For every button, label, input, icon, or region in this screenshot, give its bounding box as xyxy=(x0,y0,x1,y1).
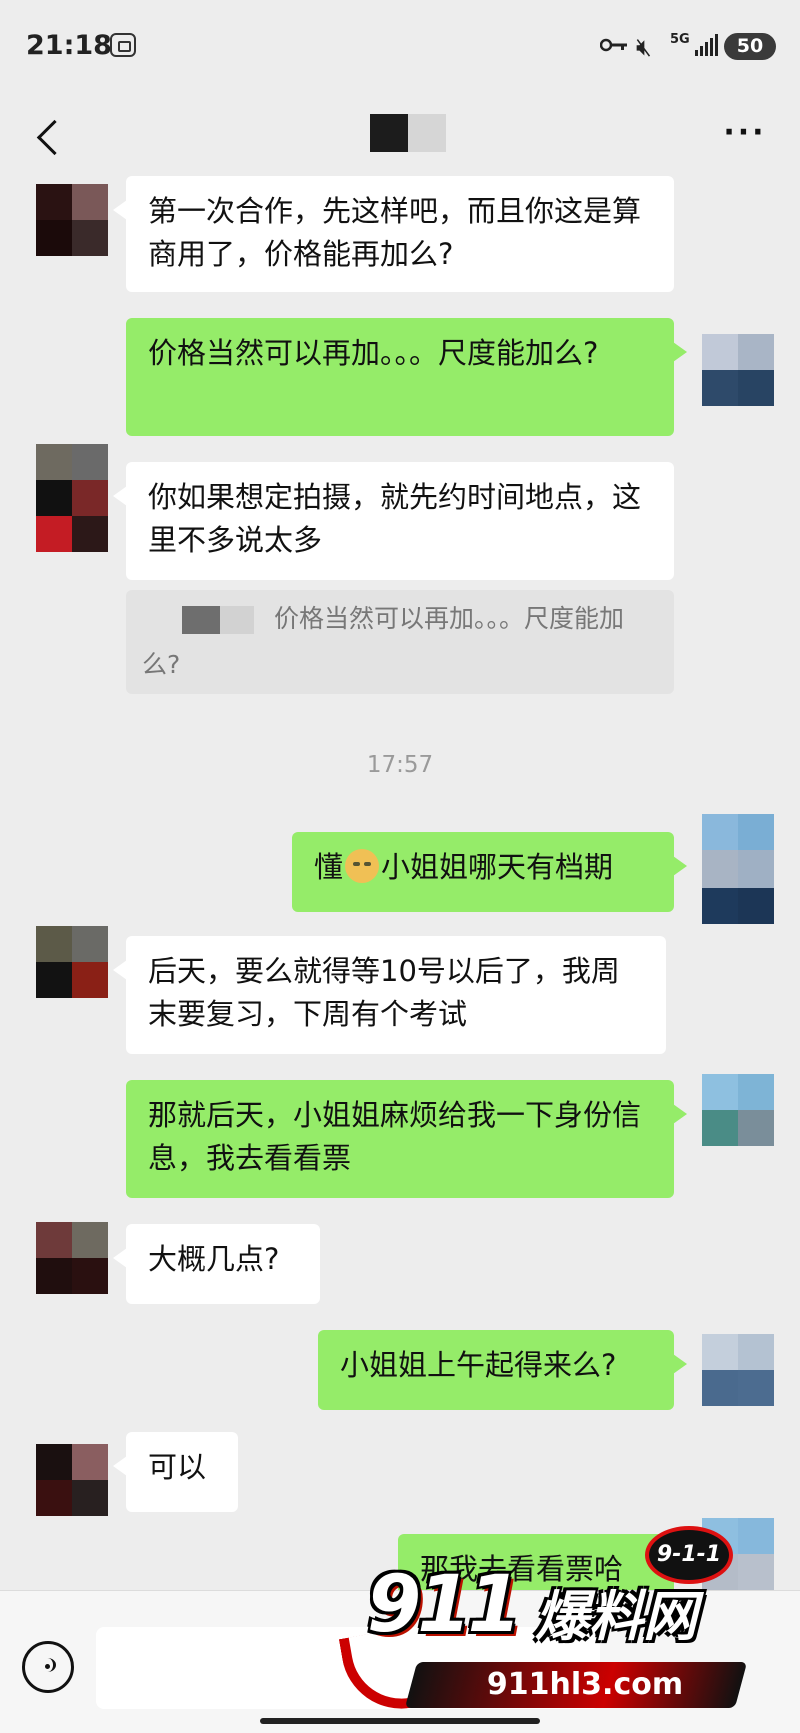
watermark-logo: 9-1-1 911 爆料网 911hl3.com xyxy=(338,1520,785,1720)
contact-avatar[interactable] xyxy=(36,444,108,516)
contact-avatar[interactable] xyxy=(36,184,108,256)
contact-avatar[interactable] xyxy=(36,1444,108,1516)
my-avatar[interactable] xyxy=(702,1334,774,1406)
message-bubble[interactable]: 那就后天，小姐姐麻烦给我一下身份信息，我去看看票 xyxy=(126,1080,687,1198)
message-bubble[interactable]: 后天，要么就得等10号以后了，我周末要复习，下周有个考试 xyxy=(113,936,666,1054)
quoted-message[interactable]: 价格当然可以再加。。。尺度能加么? xyxy=(126,590,674,694)
voice-icon[interactable] xyxy=(22,1641,74,1693)
message-text: 大概几点? xyxy=(148,1242,280,1276)
message-text: 价格当然可以再加。。。尺度能加么? xyxy=(148,336,599,370)
message-text-after: 小姐姐哪天有档期 xyxy=(381,850,614,884)
key-icon xyxy=(600,38,627,52)
my-avatar[interactable] xyxy=(702,334,774,406)
watermark-url: 911hl3.com xyxy=(486,1667,684,1702)
back-chevron-icon[interactable] xyxy=(32,117,72,157)
chat-header: ··· xyxy=(0,96,800,178)
chat-timestamp: 17:57 xyxy=(366,752,434,778)
contact-avatar[interactable] xyxy=(36,1222,108,1294)
contact-avatar[interactable] xyxy=(36,926,108,998)
message-bubble[interactable]: 懂 小姐姐哪天有档期 xyxy=(292,832,687,912)
battery-level: 50 xyxy=(724,33,776,60)
message-bubble[interactable]: 你如果想定拍摄，就先约时间地点，这里不多说太多 xyxy=(113,462,674,580)
quoted-sender-redacted xyxy=(182,606,254,634)
message-text-before: 懂 xyxy=(314,850,344,884)
message-text: 你如果想定拍摄，就先约时间地点，这里不多说太多 xyxy=(148,480,642,557)
mute-icon: 🔇︎ xyxy=(636,32,652,61)
status-time: 21:18 xyxy=(26,30,112,61)
contact-avatar[interactable] xyxy=(36,516,108,588)
message-text: 可以 xyxy=(148,1450,207,1484)
message-bubble[interactable]: 可以 xyxy=(113,1432,238,1512)
message-bubble[interactable]: 小姐姐上午起得来么? xyxy=(318,1330,687,1410)
chat-title-redacted xyxy=(370,114,446,152)
message-bubble[interactable]: 大概几点? xyxy=(113,1224,320,1304)
doge-emoji-icon xyxy=(345,849,380,883)
message-bubble[interactable]: 价格当然可以再加。。。尺度能加么? xyxy=(126,318,687,436)
message-text: 第一次合作，先这样吧，而且你这是算商用了，价格能再加么? xyxy=(148,194,642,271)
screenshot-icon xyxy=(110,33,136,57)
message-bubble[interactable]: 第一次合作，先这样吧，而且你这是算商用了，价格能再加么? xyxy=(113,176,674,292)
my-avatar[interactable] xyxy=(702,852,774,924)
more-options-icon[interactable]: ··· xyxy=(720,118,770,158)
watermark-number: 911 xyxy=(367,1560,522,1650)
network-type: 5G xyxy=(670,32,690,47)
my-avatar[interactable] xyxy=(702,1074,774,1146)
signal-icon xyxy=(695,34,721,56)
message-text: 那就后天，小姐姐麻烦给我一下身份信息，我去看看票 xyxy=(148,1098,642,1175)
message-text: 小姐姐上午起得来么? xyxy=(340,1348,617,1382)
message-text: 后天，要么就得等10号以后了，我周末要复习，下周有个考试 xyxy=(148,954,620,1031)
status-bar: 21:18 🔇︎ 5G 50 xyxy=(0,0,800,96)
watermark-name: 爆料网 xyxy=(535,1585,697,1648)
